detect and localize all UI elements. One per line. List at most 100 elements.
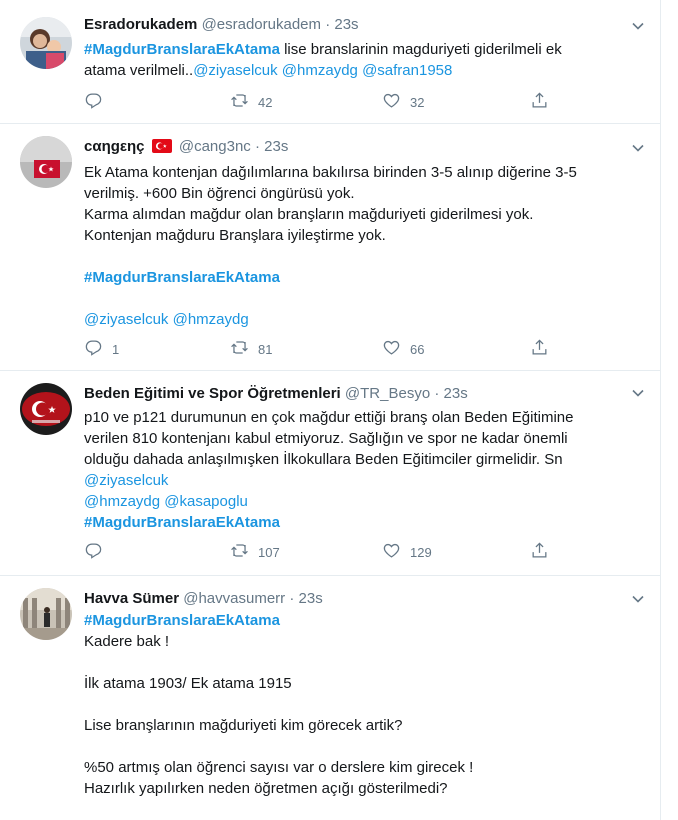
text-segment: lise branslarinin magduriyeti giderilmel… [279,41,562,58]
text-line: atama verilmeli..@ziyaselcuk @hmzaydg @s… [84,60,644,81]
hashtag-link[interactable]: #MagdurBranslaraEkAtama [84,269,280,286]
mention-link[interactable]: @safran1958 [362,62,452,79]
tweet[interactable]: Beden Eğitimi ve Spor Öğretmenleri @TR_B… [0,371,660,576]
hashtag-link[interactable]: #MagdurBranslaraEkAtama [84,612,280,629]
heart-icon [382,91,410,116]
reply-button[interactable] [84,93,112,113]
timestamp[interactable]: 23s [264,138,288,155]
text-line: @ziyaselcuk [84,470,644,491]
mention-link[interactable]: @ziyaselcuk [84,472,168,489]
share-button[interactable] [530,338,558,363]
text-segment: Kontenjan mağduru Branşlara iyileştirme … [84,227,386,244]
text-line: Hazırlık yapılırken neden öğretmen açığı… [84,778,644,799]
separator-dot: · [325,16,331,33]
text-segment: olduğu dahada anlaşılmışken İlkokullara … [84,451,563,468]
text-line: %50 artmış olan öğrenci sayısı var o der… [84,757,644,778]
text-line: İlk atama 1903/ Ek atama 1915 [84,673,644,694]
mention-link[interactable]: @ziyaselcuk [84,311,168,328]
timestamp[interactable]: 23s [444,385,468,402]
tweet-header: Beden Eğitimi ve Spor Öğretmenleri @TR_B… [84,384,468,404]
chevron-down-icon[interactable] [630,18,646,34]
reply-count: 1 [112,342,120,357]
author-name[interactable]: cαηgεηç [84,138,145,155]
author-name[interactable]: Beden Eğitimi ve Spor Öğretmenleri [84,385,341,402]
mention-link[interactable]: @hmzaydg [173,311,249,328]
tweet[interactable]: Esradorukadem @esradorukadem · 23s #Magd… [0,0,660,124]
hashtag-link[interactable]: #MagdurBranslaraEkAtama [84,514,280,531]
share-button[interactable] [530,541,558,563]
reply-button[interactable] [84,543,112,563]
text-segment: Ek Atama kontenjan dağılımlarına bakılır… [84,164,577,181]
like-button[interactable]: 129 [382,543,432,563]
author-name[interactable]: Esradorukadem [84,16,197,33]
avatar[interactable] [20,136,72,188]
text-segment: verilen 810 kontenjanı kabul etmiyoruz. … [84,430,568,447]
like-button[interactable]: 66 [382,340,424,360]
timestamp[interactable]: 23s [334,16,358,33]
share-button[interactable] [530,91,558,116]
separator-dot: · [254,138,260,155]
retweet-icon [230,541,258,566]
text-segment: p10 ve p121 durumunun en çok mağdur etti… [84,409,574,426]
mention-link[interactable]: @hmzaydg [282,62,358,79]
reply-icon [84,338,112,363]
avatar[interactable] [20,383,72,435]
timeline: Esradorukadem @esradorukadem · 23s #Magd… [0,0,661,820]
retweet-count: 81 [258,342,273,357]
text-line: @hmzaydg @kasapoglu [84,491,644,512]
tweet-text: Ek Atama kontenjan dağılımlarına bakılır… [84,162,644,330]
heart-icon [382,541,410,566]
author-handle[interactable]: @cang3nc [179,138,251,155]
text-line: @ziyaselcuk @hmzaydg [84,309,644,330]
mention-link[interactable]: @kasapoglu [164,493,248,510]
text-segment: %50 artmış olan öğrenci sayısı var o der… [84,759,474,776]
retweet-count: 42 [258,95,273,110]
author-name[interactable]: Havva Sümer [84,590,179,607]
text-segment: verilmiş. +600 Bin öğrenci öngürüsü yok. [84,185,355,202]
text-line: #MagdurBranslaraEkAtama [84,512,644,533]
avatar[interactable] [20,588,72,640]
share-icon [530,338,558,363]
reply-button[interactable]: 1 [84,340,119,360]
text-line: Karma alımdan mağdur olan branşların mağ… [84,204,644,225]
tweet-actions: 42 32 [84,91,564,116]
author-handle[interactable]: @esradorukadem [202,16,321,33]
text-line: Kadere bak ! [84,631,644,652]
text-line: p10 ve p121 durumunun en çok mağdur etti… [84,407,644,428]
like-count: 129 [410,545,432,560]
text-segment: atama verilmeli.. [84,62,194,79]
text-line: verilen 810 kontenjanı kabul etmiyoruz. … [84,428,644,449]
avatar[interactable] [20,17,72,69]
timestamp[interactable]: 23s [299,590,323,607]
retweet-button[interactable]: 42 [230,93,272,113]
chevron-down-icon[interactable] [630,140,646,156]
tweet-header: cαηgεηç @cang3nc · 23s [84,137,288,157]
mention-link[interactable]: @hmzaydg [84,493,160,510]
tweet-actions: 107 129 [84,541,564,563]
chevron-down-icon[interactable] [630,591,646,607]
separator-dot: · [434,385,440,402]
tweet[interactable]: Havva Sümer @havvasumerr · 23s #MagdurBr… [0,576,660,820]
tweet[interactable]: cαηgεηç @cang3nc · 23s Ek Atama kontenja… [0,124,660,371]
tweet-header: Havva Sümer @havvasumerr · 23s [84,589,323,609]
chevron-down-icon[interactable] [630,385,646,401]
author-handle[interactable]: @havvasumerr [183,590,285,607]
retweet-icon [230,91,258,116]
retweet-button[interactable]: 81 [230,340,272,360]
retweet-icon [230,338,258,363]
text-line: Ek Atama kontenjan dağılımlarına bakılır… [84,162,644,183]
retweet-button[interactable]: 107 [230,543,280,563]
mention-link[interactable]: @ziyaselcuk [193,62,277,79]
like-button[interactable]: 32 [382,93,424,113]
text-segment: Hazırlık yapılırken neden öğretmen açığı… [84,780,448,797]
hashtag-link[interactable]: #MagdurBranslaraEkAtama [84,41,280,58]
separator-dot: · [289,590,295,607]
author-handle[interactable]: @TR_Besyo [345,385,430,402]
share-icon [530,91,558,116]
text-line: verilmiş. +600 Bin öğrenci öngürüsü yok. [84,183,644,204]
turkey-flag-icon [151,139,172,159]
tweet-text: #MagdurBranslaraEkAtama lise branslarini… [84,39,644,81]
